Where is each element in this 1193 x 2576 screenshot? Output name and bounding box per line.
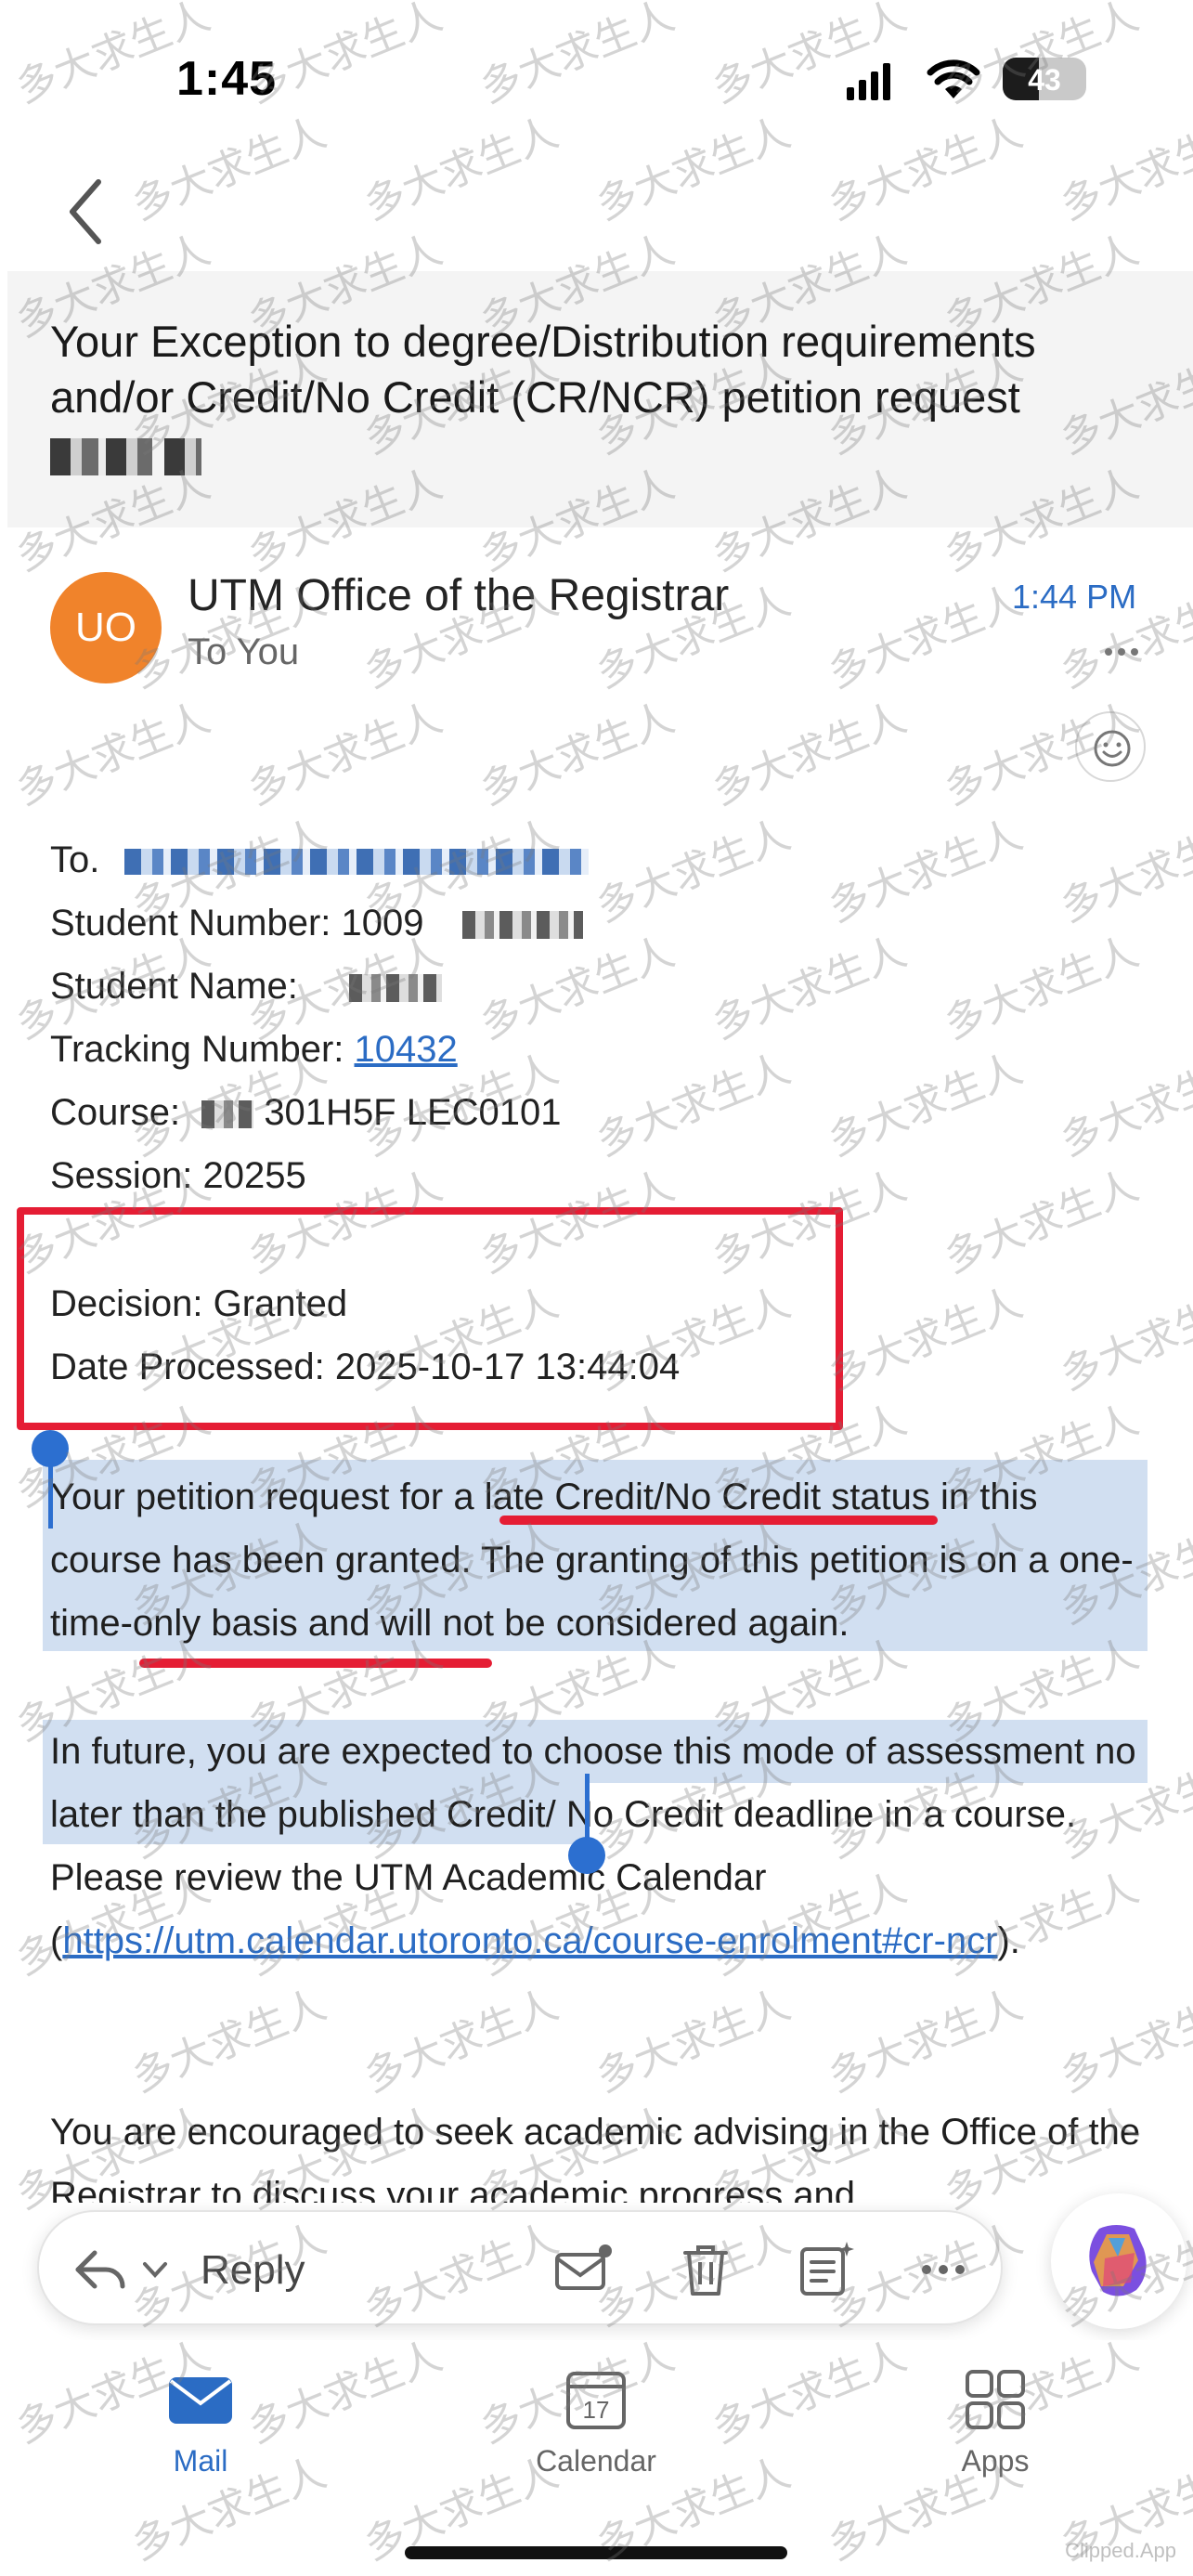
redacted-course-code (201, 1100, 254, 1129)
student-name-line: Student Name: (50, 966, 442, 1008)
redacted-email (124, 849, 590, 876)
watermark-text: 多大求生人 (1054, 1280, 1193, 1399)
watermark-text: 多大求生人 (590, 1982, 797, 2101)
watermark-text: 多大求生人 (822, 1046, 1029, 1165)
back-chevron-icon[interactable] (58, 175, 113, 249)
watermark-text: 多大求生人 (357, 1982, 564, 2101)
watermark-text: 多大求生人 (9, 695, 216, 814)
student-number-line: Student Number: 1009 (50, 903, 583, 944)
home-indicator[interactable] (405, 2546, 787, 2559)
recipient-line[interactable]: To You (188, 631, 299, 673)
course-line: Course: 301H5F LEC0101 (50, 1092, 562, 1134)
more-actions-icon[interactable] (912, 2238, 975, 2301)
watermark-text: 多大求生人 (938, 1163, 1145, 1282)
tab-label: Calendar (536, 2444, 656, 2478)
apps-grid-icon (966, 2370, 1025, 2429)
email-subject: Your Exception to degree/Distribution re… (50, 314, 1127, 481)
watermark-text: 多大求生人 (938, 929, 1145, 1048)
sent-time: 1:44 PM (1012, 578, 1137, 616)
tracking-label: Tracking Number: (50, 1029, 355, 1070)
calendar-link[interactable]: https://utm.calendar.utoronto.ca/course-… (62, 1920, 997, 1961)
chevron-down-icon[interactable] (141, 2251, 169, 2288)
mail-icon (169, 2377, 232, 2424)
smiley-icon (1094, 730, 1131, 767)
status-bar: 1:45 43 (0, 0, 1193, 139)
email-action-bar: Reply (37, 2210, 1003, 2325)
watermark-text: 多大求生人 (822, 1280, 1029, 1399)
watermark-text: 多大求生人 (473, 695, 681, 814)
sender-avatar[interactable]: UO (50, 572, 162, 683)
copilot-button[interactable] (1051, 2193, 1187, 2329)
summarize-icon[interactable] (795, 2238, 858, 2301)
battery-icon: 43 (1003, 58, 1086, 100)
to-line: To. (50, 839, 590, 881)
selection-start-knob[interactable] (32, 1430, 69, 1467)
selection-end-knob[interactable] (568, 1837, 605, 1874)
tab-apps[interactable]: Apps (902, 2364, 1088, 2478)
watermark-text: 多大求生人 (822, 1982, 1029, 2101)
watermark-text: 多大求生人 (1054, 1982, 1193, 2101)
tab-mail[interactable]: Mail (108, 2364, 293, 2478)
watermark-text: 多大求生人 (590, 812, 797, 931)
battery-percent: 43 (1028, 63, 1061, 97)
subject-header: Your Exception to degree/Distribution re… (7, 271, 1193, 527)
red-underline-annotation (499, 1516, 938, 1525)
to-label: To. (50, 839, 100, 880)
watermark-text: 多大求生人 (125, 1982, 332, 2101)
status-time: 1:45 (176, 52, 278, 106)
calendar-day: 17 (583, 2396, 610, 2424)
reaction-button[interactable] (1075, 711, 1146, 782)
email-subject-text: Your Exception to degree/Distribution re… (50, 317, 1036, 422)
watermark-text: 多大求生人 (241, 695, 448, 814)
watermark-text: 多大求生人 (1054, 812, 1193, 931)
redacted-number (461, 911, 583, 940)
body-paragraph-3: You are encouraged to seek academic advi… (50, 2112, 1141, 2203)
watermark-text: 多大求生人 (822, 578, 1029, 697)
redacted-name (348, 974, 442, 1003)
decision-highlight-box (17, 1207, 843, 1430)
more-options-icon[interactable] (1103, 643, 1140, 661)
tab-calendar[interactable]: 17 Calendar (503, 2364, 689, 2478)
sender-name[interactable]: UTM Office of the Registrar (188, 570, 729, 621)
watermark-text: 多大求生人 (590, 1046, 797, 1165)
body-paragraph-2-end: ). (997, 1920, 1020, 1961)
tracking-number-link[interactable]: 10432 (355, 1029, 458, 1070)
redacted-block (164, 437, 202, 475)
watermark-text: 多大求生人 (706, 695, 913, 814)
tracking-line: Tracking Number: 10432 (50, 1029, 523, 1071)
tab-label: Mail (173, 2444, 228, 2478)
red-underline-annotation (139, 1659, 492, 1668)
tab-bar: Mail 17 Calendar Apps (0, 2340, 1193, 2576)
course-label: Course: (50, 1092, 181, 1133)
mark-unread-icon[interactable] (551, 2238, 615, 2301)
student-name-label: Student Name: (50, 966, 298, 1007)
corner-watermark: Clipped.App (1065, 2539, 1176, 2562)
student-number-label: Student Number: 1009 (50, 903, 424, 943)
watermark-text: 多大求生人 (1054, 1046, 1193, 1165)
reply-icon[interactable] (71, 2240, 130, 2299)
wifi-icon (927, 59, 980, 98)
reply-button[interactable]: Reply (201, 2247, 305, 2294)
trash-icon[interactable] (674, 2238, 737, 2301)
course-value: 301H5F LEC0101 (264, 1092, 562, 1133)
tab-label: Apps (961, 2444, 1030, 2478)
copilot-icon (1089, 2225, 1147, 2296)
watermark-text: 多大求生人 (706, 929, 913, 1048)
watermark-text: 多大求生人 (822, 812, 1029, 931)
cellular-signal-icon (847, 63, 890, 100)
redacted-block (50, 437, 152, 475)
body-paragraph-1: Your petition request for a late Credit/… (50, 1477, 1134, 1644)
calendar-icon: 17 (566, 2372, 626, 2429)
session-line: Session: 20255 (50, 1155, 306, 1196)
